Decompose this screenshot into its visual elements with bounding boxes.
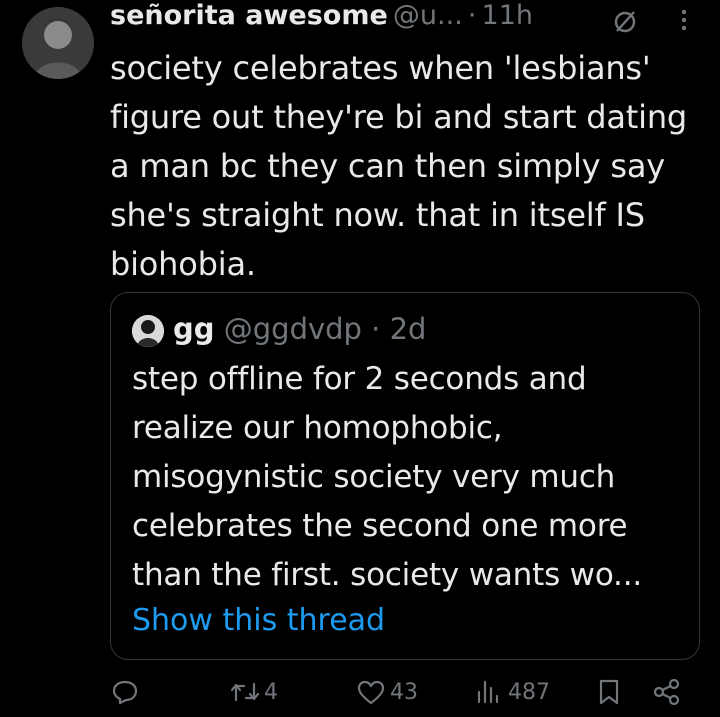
tweet-line: a man bc they can then simply say [110,147,666,185]
share-icon [653,678,680,706]
quoted-line: misogynistic society very much [132,459,616,495]
tweet-line: figure out they're bi and start dating [110,98,688,136]
share-button[interactable] [652,668,682,716]
tweet-line: society celebrates when 'lesbians' [110,49,651,87]
quoted-line: celebrates the second one more [132,508,628,544]
more-vertical-icon[interactable] [674,8,694,32]
quoted-tweet-header: gg @ggdvdp · 2d [173,309,426,349]
author-display-name[interactable]: señorita awesome [110,0,388,31]
tweet-line: biohobia. [110,245,256,283]
quoted-author-avatar [132,315,164,347]
bookmark-button[interactable] [597,668,621,716]
reply-button[interactable] [111,668,143,716]
quoted-tweet-text: step offline for 2 seconds and realize o… [132,355,692,600]
quoted-line: step offline for 2 seconds and [132,361,587,397]
retweet-button[interactable]: 4 [230,668,278,716]
like-icon [357,680,385,705]
views-button[interactable]: 487 [474,668,550,716]
tweet-text: society celebrates when 'lesbians' figur… [110,44,710,289]
author-handle[interactable]: @u... [393,0,463,31]
like-button[interactable]: 43 [356,668,418,716]
view-count: 487 [508,679,550,705]
reply-icon [112,680,138,705]
quoted-handle: @ggdvdp [223,312,362,346]
quoted-timestamp: 2d [389,312,427,346]
show-thread-link[interactable]: Show this thread [132,603,385,638]
views-icon [477,680,499,704]
quoted-line: realize our homophobic, [132,410,503,446]
quoted-line: than the first. society wants wo... [132,557,643,593]
author-avatar[interactable] [22,7,94,79]
quoted-tweet-card[interactable]: gg @ggdvdp · 2d step offline for 2 secon… [110,292,700,660]
muted-circle-slash-icon [610,6,640,36]
bookmark-icon [599,679,619,705]
like-count: 43 [390,679,418,705]
retweet-count: 4 [264,679,278,705]
retweet-icon [230,682,260,702]
quoted-separator: · [371,312,381,346]
header-separator: · [467,0,477,31]
tweet-line: she's straight now. that in itself IS [110,196,645,234]
author-avatar-image [22,7,94,79]
tweet-timestamp[interactable]: 11h [482,0,533,31]
quoted-display-name: gg [173,312,215,346]
tweet-action-bar: 4 43 487 [0,668,720,716]
